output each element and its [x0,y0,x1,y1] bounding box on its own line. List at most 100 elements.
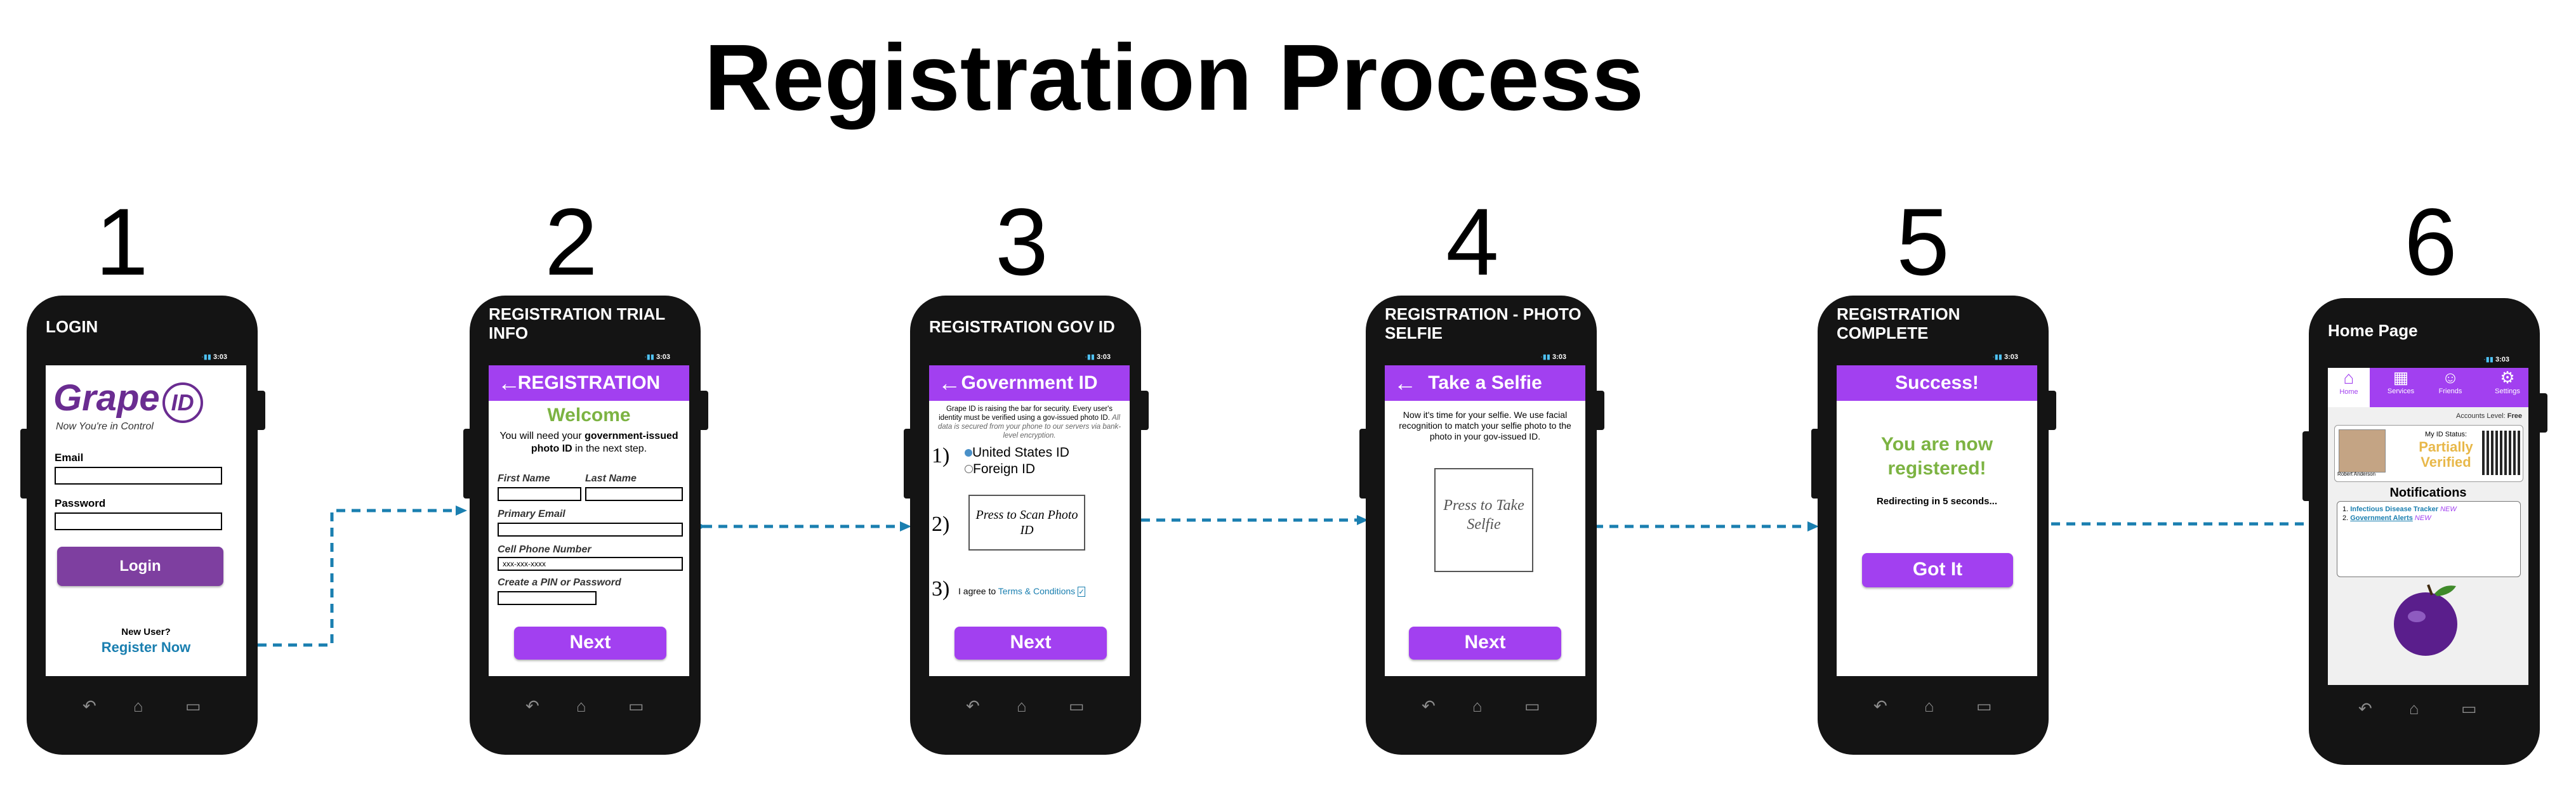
tab-services[interactable]: ▦ Services [2380,368,2422,395]
phone-field[interactable]: xxx-xxx-xxxx [498,557,683,571]
status-bar: ·▮▮ 3:03 [1085,353,1111,361]
android-nav: ↶ ⌂ ▭ [27,694,258,719]
back-arrow-icon[interactable]: ← [498,365,520,401]
phone-registration-complete: REGISTRATION COMPLETE ·▮▮ 3:03 Success! … [1811,296,2056,755]
home-icon[interactable]: ⌂ [1017,696,1027,716]
pin-field[interactable] [498,591,597,605]
settings-icon: ⚙ [2500,368,2515,387]
screen: ← Government ID Grape ID is raising the b… [929,365,1130,676]
qr-code-icon[interactable] [2482,431,2520,475]
scan-photo-id-button[interactable]: Press to Scan Photo ID [968,495,1085,551]
email-field[interactable] [498,523,683,537]
redirect-message: Redirecting in 5 seconds... [1876,496,1998,507]
terms-link[interactable]: Terms & Conditions [998,586,1075,596]
phone-header: REGISTRATION COMPLETE [1837,304,1960,342]
android-nav: ↶ ⌂ ▭ [470,694,701,719]
app-bar: Success! [1837,365,2037,401]
home-icon[interactable]: ⌂ [133,696,143,716]
checkbox-checked-icon[interactable]: ✓ [1078,587,1086,597]
services-icon: ▦ [2393,368,2409,387]
back-icon[interactable]: ↶ [83,696,96,716]
recent-apps-icon[interactable]: ▭ [628,696,644,716]
selfie-intro: Now it's time for your selfie. We use fa… [1399,410,1571,441]
status-bar: ·▮▮ 3:03 [1540,353,1566,361]
phone-login: LOGIN ·▮▮ 3:03 Grape ID Now You're in Con… [20,296,265,755]
screen: Grape ID Now You're in Control Email Pass… [46,365,246,676]
recent-apps-icon[interactable]: ▭ [2461,699,2477,719]
login-button[interactable]: Login [57,547,223,586]
next-button[interactable]: Next [954,627,1107,660]
grape-icon [2394,584,2457,656]
phone-header: REGISTRATION - PHOTO SELFIE [1385,304,1582,342]
id-status-value: Partially Verified [2419,439,2473,470]
radio-foreign-id[interactable]: Foreign ID [965,462,1035,477]
first-name-field[interactable] [498,487,581,501]
email-label: Primary Email [498,509,565,519]
tab-settings[interactable]: ⚙ Settings [2487,368,2528,395]
back-icon[interactable]: ↶ [525,696,539,716]
app-bar: ← Take a Selfie [1385,365,1585,401]
email-field[interactable] [55,467,222,485]
home-icon[interactable]: ⌂ [1924,696,1934,716]
avatar [2339,429,2386,473]
back-arrow-icon[interactable]: ← [1394,365,1417,401]
home-tab-icon: ⌂ [2343,368,2355,388]
got-it-button[interactable]: Got It [1862,553,2013,587]
android-nav: ↶ ⌂ ▭ [1818,694,2049,719]
new-user-text: New User? [121,627,171,637]
app-bar: ← REGISTRATION [489,365,689,401]
back-arrow-icon[interactable]: ← [938,365,961,401]
welcome-heading: Welcome [547,405,631,426]
step-1-label: 1) [932,444,950,467]
screen: Success! You are now registered! Redirec… [1837,365,2037,676]
notification-item[interactable]: 1. Infectious Disease Tracker NEW [2342,505,2457,513]
friends-icon: ☺ [2441,368,2459,387]
home-icon[interactable]: ⌂ [2409,699,2419,719]
step-2-label: 2) [932,512,950,536]
registered-message: You are now registered! [1880,434,1993,479]
back-icon[interactable]: ↶ [966,696,980,716]
back-icon[interactable]: ↶ [2358,699,2372,719]
home-icon[interactable]: ⌂ [1472,696,1483,716]
android-nav: ↶ ⌂ ▭ [2309,696,2540,722]
notifications-heading: Notifications [2389,486,2467,500]
take-selfie-button[interactable]: Press to Take Selfie [1434,468,1533,572]
step-3-label: 3) [932,577,950,601]
last-name-field[interactable] [585,487,683,501]
home-tab-bar: ⌂ Home ▦ Services ☺ Friends ⚙ Settings [2328,368,2528,407]
trial-intro: You will need your government-issued pho… [499,431,678,454]
status-bar: ·▮▮ 3:03 [201,353,227,361]
grape-logo: Grape ID [53,377,203,423]
android-nav: ↶ ⌂ ▭ [1366,694,1597,719]
notification-item[interactable]: 2. Government Alerts NEW [2342,514,2431,522]
terms-agreement: I agree to Terms & Conditions ✓ [958,586,1086,597]
recent-apps-icon[interactable]: ▭ [185,696,201,716]
next-button[interactable]: Next [1409,627,1561,660]
back-icon[interactable]: ↶ [1422,696,1436,716]
back-icon[interactable]: ↶ [1873,696,1887,716]
id-status-card: Robert Anderson My ID Status: Partially … [2334,425,2523,482]
register-now-link[interactable]: Register Now [46,639,246,656]
password-field[interactable] [55,512,222,530]
recent-apps-icon[interactable]: ▭ [1069,696,1085,716]
next-button[interactable]: Next [514,627,666,660]
android-nav: ↶ ⌂ ▭ [910,694,1141,719]
app-bar: ← Government ID [929,365,1130,401]
home-icon[interactable]: ⌂ [576,696,586,716]
recent-apps-icon[interactable]: ▭ [1976,696,1992,716]
recent-apps-icon[interactable]: ▭ [1524,696,1540,716]
screen: ⌂ Home ▦ Services ☺ Friends ⚙ Settings Accou… [2328,368,2528,685]
notifications-list: 1. Infectious Disease Tracker NEW 2. Gov… [2337,501,2521,577]
status-bar: ·▮▮ 3:03 [644,353,670,361]
phone-registration-selfie: REGISTRATION - PHOTO SELFIE ·▮▮ 3:03 ← Ta… [1359,296,1604,755]
id-status-label: My ID Status: [2424,431,2467,438]
tab-home[interactable]: ⌂ Home [2328,368,2370,407]
radio-united-states[interactable]: United States ID [965,445,1069,460]
phone-label: Cell Phone Number [498,544,591,555]
tab-friends[interactable]: ☺ Friends [2429,368,2471,395]
phone-header: REGISTRATION TRIAL INFO [489,304,665,342]
first-name-label: First Name [498,473,550,484]
arrow-head [456,505,467,516]
flow-arrows [190,505,2320,650]
password-label: Password [55,497,106,509]
